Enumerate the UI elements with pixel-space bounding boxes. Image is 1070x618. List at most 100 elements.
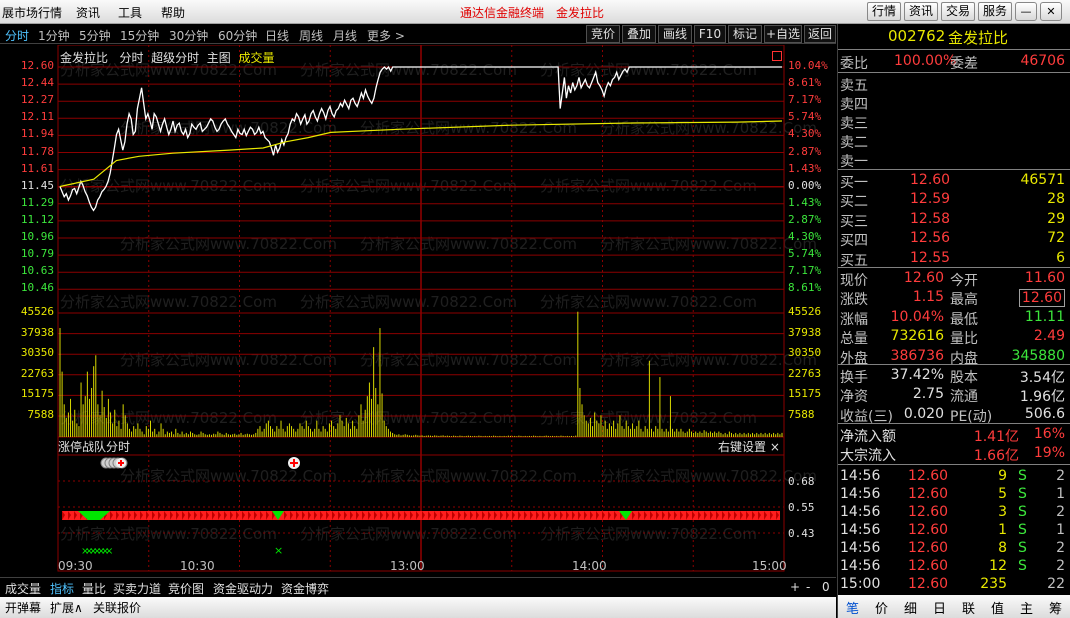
- flow-value: 1.41亿: [973, 429, 1019, 445]
- indicator-tab[interactable]: 资金驱动力: [213, 580, 273, 597]
- f10-button[interactable]: F10: [694, 25, 726, 43]
- period-5min[interactable]: 5分钟: [79, 27, 111, 44]
- volume-axis-label-right: 37938: [788, 325, 822, 339]
- chart-expand-icon[interactable]: [772, 51, 782, 61]
- pct-axis-label: 4.30%: [788, 230, 822, 243]
- overlay-button[interactable]: 叠加: [622, 25, 656, 43]
- bottom-toolbar: 开弹幕 扩展∧ 关联报价: [0, 597, 836, 618]
- indicator-close-icon[interactable]: ×: [770, 440, 780, 454]
- stat-value: 0.020: [903, 405, 944, 422]
- period-30min[interactable]: 30分钟: [169, 27, 208, 44]
- period-60min[interactable]: 60分钟: [218, 27, 257, 44]
- price-axis-label: 12.44: [20, 76, 54, 90]
- quote-stat2-row: 净资 2.75 流通 1.96亿: [838, 385, 1070, 405]
- indicator-tab[interactable]: 资金博弈: [281, 580, 329, 597]
- zoom-out-button[interactable]: -: [806, 580, 810, 594]
- expand-button[interactable]: 扩展∧: [50, 599, 83, 616]
- tick-row: 14:56 12.60 3 S 2: [838, 503, 1070, 522]
- tick-row: 14:56 12.60 5 S 1: [838, 485, 1070, 504]
- chart-header-super[interactable]: 超级分时: [151, 51, 199, 65]
- watermark-text: 分析家公式网www.70822.Com: [300, 525, 517, 543]
- sell-level-row: 卖一: [838, 150, 1070, 170]
- service-button[interactable]: 服务: [978, 2, 1012, 21]
- indicator-setting-label[interactable]: 右键设置: [718, 440, 766, 454]
- draw-button[interactable]: 画线: [658, 25, 692, 43]
- watermark-text: 分析家公式网www.70822.Com: [300, 293, 517, 311]
- indicator-axis-label: 0.68: [788, 475, 815, 488]
- related-quote-button[interactable]: 关联报价: [93, 599, 141, 616]
- period-more[interactable]: 更多 >: [367, 27, 405, 44]
- chart-header-fenshi[interactable]: 分时: [119, 51, 143, 65]
- volume-axis-label-right: 22763: [788, 366, 822, 380]
- indicator-tabs: 成交量 指标 量比 买卖力道 竞价图 资金驱动力 资金博弈 + - 0: [0, 577, 836, 597]
- menu-help[interactable]: 帮助: [161, 4, 185, 21]
- quote-stat-row: 现价 12.60 今开 11.60: [838, 269, 1070, 289]
- price-axis-label: 11.29: [20, 195, 54, 209]
- stat-value: 1.15: [912, 289, 944, 306]
- chart-canvas[interactable]: 分析家公式网www.70822.Com 分析家公式网www.70822.Com 分析…: [0, 45, 836, 575]
- app-title: 通达信金融终端: [460, 6, 545, 20]
- period-month[interactable]: 月线: [333, 27, 357, 44]
- indicator-tab[interactable]: 指标: [50, 580, 74, 597]
- buy-level-volume: 29: [1047, 210, 1065, 227]
- period-1min[interactable]: 1分钟: [38, 27, 70, 44]
- watermark-text: 分析家公式网www.70822.Com: [540, 409, 757, 427]
- indicator-tab[interactable]: 买卖力道: [113, 580, 161, 597]
- buy-level-row: 买五 12.55 6: [838, 249, 1070, 269]
- indicator-setting[interactable]: 右键设置 ×: [718, 438, 780, 455]
- trade-button[interactable]: 交易: [941, 2, 975, 21]
- stat-label: 收益(三): [840, 408, 893, 425]
- tick-side: S: [1018, 522, 1027, 538]
- zoom-in-button[interactable]: +: [790, 580, 800, 594]
- indicator-axis-label: 0.43: [788, 527, 815, 540]
- sell-level-label: 卖四: [840, 97, 868, 113]
- menu-market[interactable]: 展市场行情: [2, 4, 62, 21]
- tick-volume: 3: [998, 504, 1007, 520]
- period-day[interactable]: 日线: [265, 27, 289, 44]
- zoom-reset-button[interactable]: 0: [822, 580, 830, 594]
- buy-level-row: 买三 12.58 29: [838, 210, 1070, 230]
- tick-count: 2: [1056, 468, 1065, 484]
- indicator-tab[interactable]: 量比: [82, 580, 106, 597]
- menu-tools[interactable]: 工具: [118, 4, 142, 21]
- intraday-chart[interactable]: 分析家公式网www.70822.Com 分析家公式网www.70822.Com 分析…: [0, 45, 836, 575]
- close-button[interactable]: ✕: [1040, 2, 1062, 21]
- quote-tab[interactable]: 筹: [1049, 598, 1062, 617]
- tick-count: 2: [1056, 504, 1065, 520]
- stat-label: 涨幅: [840, 311, 868, 328]
- stat-value: 506.6: [1024, 405, 1065, 422]
- quote-tab[interactable]: 主: [1020, 598, 1033, 617]
- back-button[interactable]: 返回: [804, 25, 836, 43]
- price-axis-label: 10.63: [20, 264, 54, 278]
- time-axis-label: 14:00: [572, 559, 607, 573]
- chart-header-main[interactable]: 主图: [207, 51, 231, 65]
- minimize-button[interactable]: —: [1015, 2, 1037, 21]
- menu-news[interactable]: 资讯: [76, 4, 100, 21]
- tick-count: 2: [1056, 558, 1065, 574]
- quote-tab[interactable]: 联: [962, 598, 975, 617]
- add-watchlist-button[interactable]: +自选: [764, 25, 802, 43]
- quote-tab[interactable]: 值: [991, 598, 1004, 617]
- period-week[interactable]: 周线: [299, 27, 323, 44]
- stat-value: 12.60: [903, 270, 944, 286]
- tick-price: 12.60: [908, 576, 949, 592]
- quote-stat-row: 总量 732616 量比 2.49: [838, 327, 1070, 347]
- volume-axis-label-left: 30350: [20, 346, 54, 360]
- quote-tab[interactable]: 日: [933, 598, 946, 617]
- tick-price: 12.60: [908, 558, 949, 574]
- news-button[interactable]: 资讯: [904, 2, 938, 21]
- quote-tab[interactable]: 细: [904, 598, 917, 617]
- watermark-text: 分析家公式网www.70822.Com: [60, 293, 277, 311]
- mark-button[interactable]: 标记: [728, 25, 762, 43]
- indicator-tab[interactable]: 竞价图: [168, 580, 204, 597]
- danmu-button[interactable]: 开弹幕: [5, 599, 41, 616]
- auction-button[interactable]: 竞价: [586, 25, 620, 43]
- quote-tab[interactable]: 笔: [846, 598, 859, 617]
- tick-time: 14:56: [840, 468, 881, 484]
- quote-tab[interactable]: 价: [875, 598, 888, 617]
- period-fenshi[interactable]: 分时: [5, 27, 29, 44]
- quote-button[interactable]: 行情: [867, 2, 901, 21]
- chart-header-volume[interactable]: 成交量: [238, 51, 274, 65]
- period-15min[interactable]: 15分钟: [120, 27, 159, 44]
- indicator-tab[interactable]: 成交量: [5, 580, 41, 597]
